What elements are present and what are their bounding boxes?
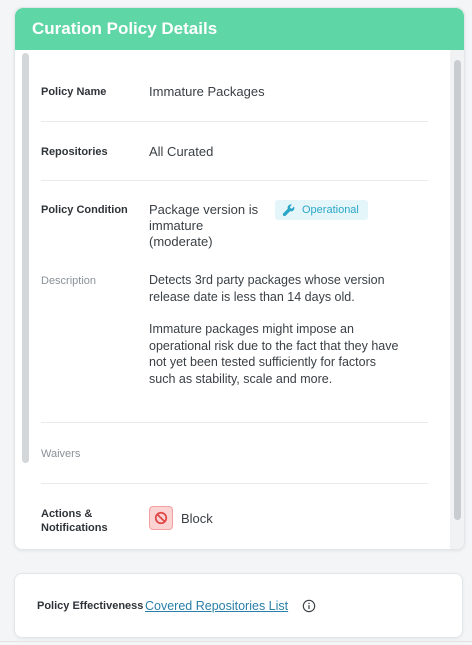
description-paragraph-2: Immature packages might impose an operat… xyxy=(149,322,399,386)
panel-title: Curation Policy Details xyxy=(32,19,218,38)
waivers-label: Waivers xyxy=(41,448,81,460)
description-text: Detects 3rd party packages whose version… xyxy=(149,272,399,403)
policy-effectiveness-label: Policy Effectiveness xyxy=(37,600,144,612)
policy-condition-row: Policy Condition Package version is imma… xyxy=(41,181,428,423)
panel-header: Curation Policy Details xyxy=(15,8,464,50)
policy-name-label: Policy Name xyxy=(41,86,107,98)
covered-repositories-link[interactable]: Covered Repositories List xyxy=(145,599,288,613)
policy-condition-label: Policy Condition xyxy=(41,204,128,216)
operational-badge-label: Operational xyxy=(302,204,359,216)
policy-condition-value: Package version is immature (moderate) xyxy=(149,202,259,249)
actions-row: Actions & Notifications Block xyxy=(41,484,428,549)
description-days-value: 14 xyxy=(287,289,302,304)
policy-effectiveness-card: Policy Effectiveness Covered Repositorie… xyxy=(14,573,463,638)
left-scroll-track xyxy=(22,53,29,463)
info-icon[interactable] xyxy=(302,599,316,613)
bottom-divider xyxy=(0,641,472,642)
description-text-suffix: days old. xyxy=(301,289,355,304)
policy-details-list: Policy Name Immature Packages Repositori… xyxy=(41,50,428,549)
repositories-value: All Curated xyxy=(149,144,214,159)
repositories-row: Repositories All Curated xyxy=(41,122,428,181)
block-icon xyxy=(149,506,173,530)
operational-badge: Operational xyxy=(275,200,368,220)
wrench-icon xyxy=(282,204,295,216)
actions-label: Actions & Notifications xyxy=(41,508,108,534)
waivers-row: Waivers xyxy=(41,423,428,484)
block-action-label: Block xyxy=(181,511,213,526)
curation-policy-details-panel: Curation Policy Details Policy Name Imma… xyxy=(14,7,465,550)
policy-name-value: Immature Packages xyxy=(149,84,265,99)
description-label: Description xyxy=(41,275,97,287)
repositories-label: Repositories xyxy=(41,146,108,158)
description-paragraph-1: Detects 3rd party packages whose version… xyxy=(149,272,399,305)
vertical-scrollbar-thumb[interactable] xyxy=(454,60,461,520)
policy-name-row: Policy Name Immature Packages xyxy=(41,50,428,122)
